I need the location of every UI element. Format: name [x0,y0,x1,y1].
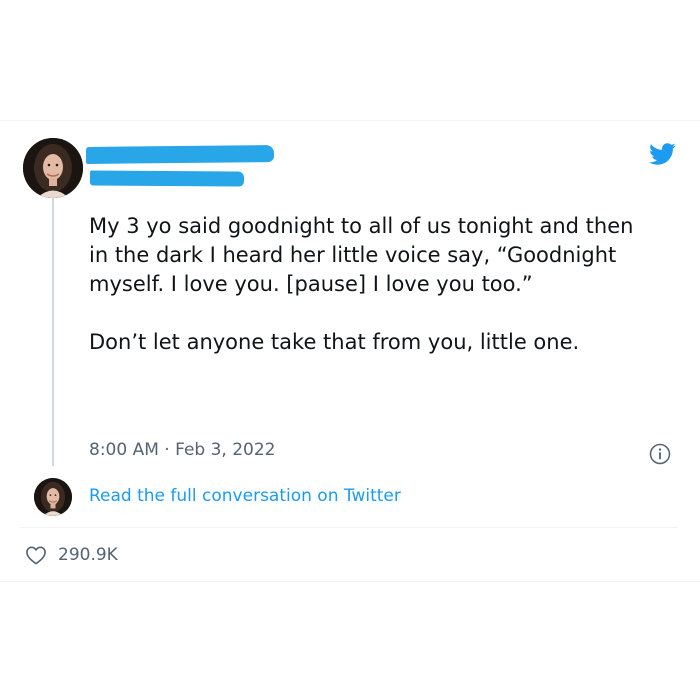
info-icon[interactable] [649,443,671,465]
page: My 3 yo said goodnight to all of us toni… [0,0,700,700]
divider [20,527,678,528]
heart-icon [26,546,46,565]
author-name-redacted[interactable] [85,145,275,164]
twitter-bird-icon[interactable] [646,140,678,168]
tweet-text: My 3 yo said goodnight to all of us toni… [89,212,649,357]
meta-separator: · [164,440,170,460]
like-count: 290.9K [58,545,118,565]
tweet-date: Feb 3, 2022 [175,440,276,460]
read-conversation-link[interactable]: Read the full conversation on Twitter [89,486,401,506]
avatar-photo [23,138,83,198]
author-avatar[interactable] [23,138,83,198]
tweet-timestamp[interactable]: 8:00 AM · Feb 3, 2022 [89,440,276,460]
conversation-avatar[interactable] [34,478,72,516]
like-button[interactable]: 290.9K [25,544,118,566]
thread-line [52,198,54,466]
tweet-paragraph-2: Don’t let anyone take that from you, lit… [89,330,580,354]
tweet-paragraph-1: My 3 yo said goodnight to all of us toni… [89,214,634,296]
author-handle-redacted[interactable] [89,170,245,187]
avatar-photo-small [34,478,72,516]
tweet-time: 8:00 AM [89,440,159,460]
